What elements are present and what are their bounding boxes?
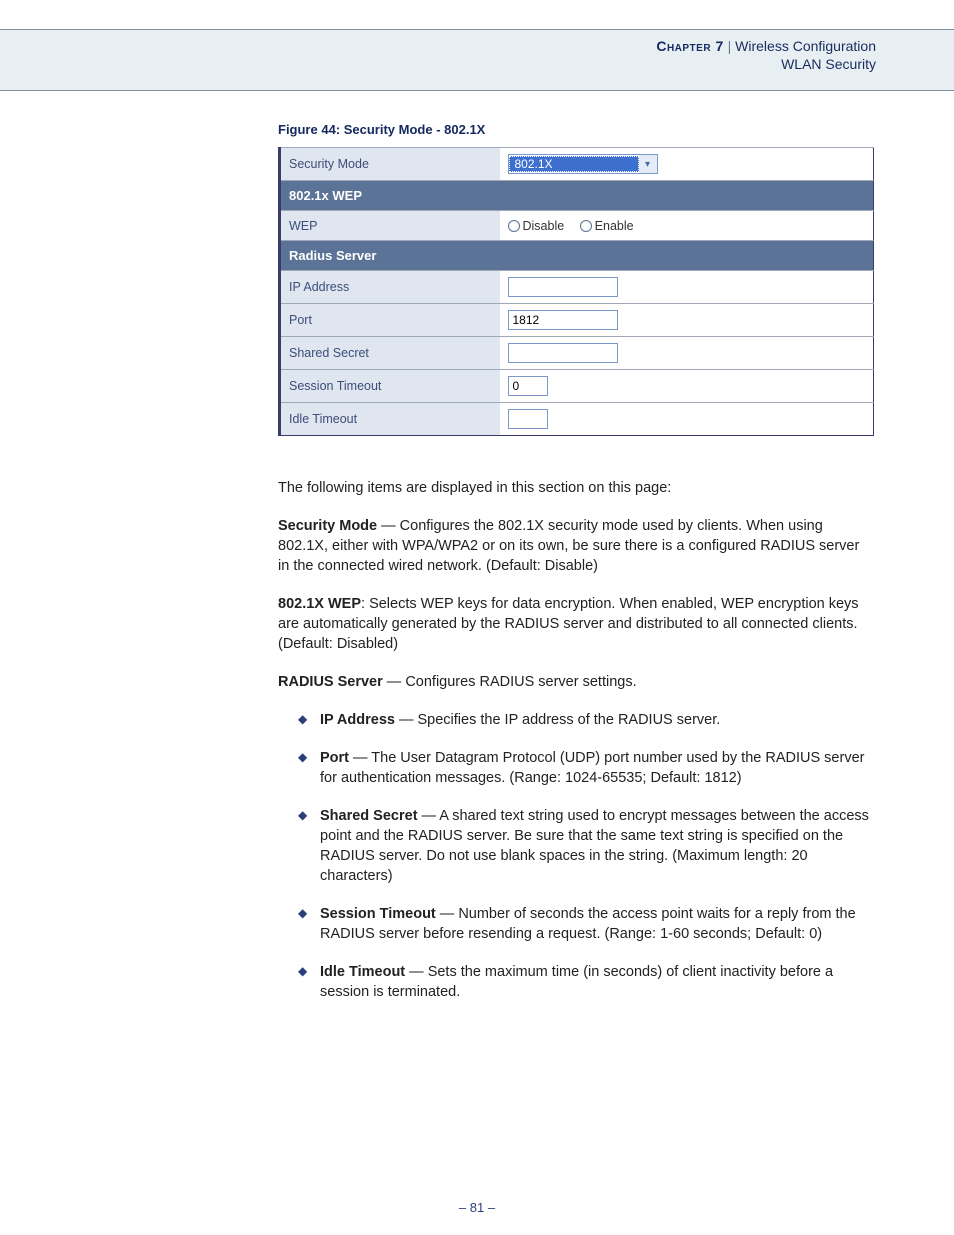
chevron-down-icon: ▾ [639,155,657,173]
bold-wep: 802.1X WEP [278,596,361,612]
bullet-port: Port — The User Datagram Protocol (UDP) … [298,748,874,788]
body-text: The following items are displayed in thi… [278,478,874,1002]
port-input[interactable] [508,310,618,330]
row-wep: WEP Disable Enable [280,211,874,241]
section-radius-label: Radius Server [280,241,874,271]
label-wep: WEP [280,211,500,241]
intro-text: The following items are displayed in thi… [278,478,874,498]
text-radius: — Configures RADIUS server settings. [383,674,637,690]
header-separator: | [728,38,732,54]
row-session: Session Timeout [280,370,874,403]
bullet-idle: Idle Timeout — Sets the maximum time (in… [298,962,874,1002]
cell-wep: Disable Enable [500,211,874,241]
row-security-mode: Security Mode 802.1X ▾ [280,148,874,181]
header-title: Wireless Configuration [735,38,876,54]
radio-enable[interactable] [580,220,592,232]
row-idle: Idle Timeout [280,403,874,436]
idle-input[interactable] [508,409,548,429]
bold-radius: RADIUS Server [278,674,383,690]
bold-b3: Shared Secret [320,808,418,824]
bullet-list: IP Address — Specifies the IP address of… [278,710,874,1002]
radio-enable-label: Enable [595,219,634,233]
section-wep-label: 802.1x WEP [280,181,874,211]
text-b2: — The User Datagram Protocol (UDP) port … [320,750,864,786]
chapter-label: Chapter 7 [656,38,723,54]
label-session: Session Timeout [280,370,500,403]
label-secret: Shared Secret [280,337,500,370]
cell-security-mode: 802.1X ▾ [500,148,874,181]
para-security-mode: Security Mode — Configures the 802.1X se… [278,516,874,576]
ip-input[interactable] [508,277,618,297]
radio-disable-label: Disable [523,219,565,233]
bold-b2: Port [320,750,349,766]
section-header-radius: Radius Server [280,241,874,271]
security-mode-dropdown[interactable]: 802.1X ▾ [508,154,658,174]
page-header: Chapter 7 | Wireless Configuration WLAN … [0,29,954,91]
main-content: Figure 44: Security Mode - 802.1X Securi… [278,122,874,1020]
label-port: Port [280,304,500,337]
config-table: Security Mode 802.1X ▾ 802.1x WEP WEP Di… [278,147,874,436]
row-port: Port [280,304,874,337]
bullet-session: Session Timeout — Number of seconds the … [298,904,874,944]
label-security-mode: Security Mode [280,148,500,181]
bold-security-mode: Security Mode [278,518,377,534]
bold-b1: IP Address [320,712,395,728]
bullet-secret: Shared Secret — A shared text string use… [298,806,874,886]
radio-disable[interactable] [508,220,520,232]
session-input[interactable] [508,376,548,396]
bold-b5: Idle Timeout [320,964,405,980]
label-idle: Idle Timeout [280,403,500,436]
bullet-ip: IP Address — Specifies the IP address of… [298,710,874,730]
page-number: – 81 – [0,1200,954,1215]
section-header-wep: 802.1x WEP [280,181,874,211]
figure-caption: Figure 44: Security Mode - 802.1X [278,122,874,137]
dropdown-value: 802.1X [509,156,639,172]
header-subtitle: WLAN Security [656,56,876,72]
para-radius: RADIUS Server — Configures RADIUS server… [278,672,874,692]
label-ip: IP Address [280,271,500,304]
para-wep: 802.1X WEP: Selects WEP keys for data en… [278,594,874,654]
bold-b4: Session Timeout [320,906,436,922]
text-wep: : Selects WEP keys for data encryption. … [278,596,859,652]
row-secret: Shared Secret [280,337,874,370]
row-ip: IP Address [280,271,874,304]
secret-input[interactable] [508,343,618,363]
text-b1: — Specifies the IP address of the RADIUS… [395,712,720,728]
header-text-block: Chapter 7 | Wireless Configuration WLAN … [656,38,876,72]
